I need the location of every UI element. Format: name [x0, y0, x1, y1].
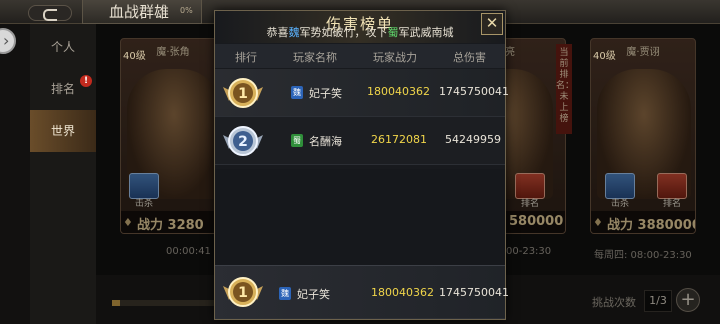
player-name: 妃子笑: [309, 87, 342, 100]
silver-medal-icon: 2: [223, 126, 263, 156]
player-power: 180040362: [367, 85, 430, 98]
damage-ranking-modal: 伤害榜单 ✕ 恭喜魏军势如破竹，攻下蜀军武威南城 排行 玩家名称 玩家战力 总伤…: [214, 10, 509, 320]
camp-badge: 魏: [279, 287, 291, 300]
total-damage: 1745750041: [439, 85, 509, 98]
side-expand-button[interactable]: ›: [0, 28, 16, 54]
player-power: 26172081: [371, 133, 427, 146]
sidebar: 个人 排名 ! 世界: [30, 24, 96, 324]
player-power: 180040362: [371, 286, 434, 299]
notification-badge: !: [80, 75, 92, 87]
chevron-right-icon: ›: [3, 31, 10, 50]
table-header: 排行 玩家名称 玩家战力 总伤害: [215, 44, 505, 68]
sidebar-item-label: 排名: [50, 82, 75, 96]
column-header: 排行: [235, 51, 257, 64]
sidebar-item-ranking[interactable]: 排名 !: [30, 68, 96, 110]
column-header: 玩家名称: [293, 51, 337, 64]
table-row[interactable]: 2 蜀 名酬海 26172081 54249959: [215, 117, 505, 165]
empty-list-area: [215, 169, 505, 265]
victory-announcement: 恭喜魏军势如破竹，攻下蜀军武威南城: [266, 26, 454, 39]
sidebar-item-world[interactable]: 世界: [30, 110, 96, 152]
total-damage: 54249959: [445, 133, 501, 146]
sidebar-item-personal[interactable]: 个人: [30, 26, 96, 68]
column-header: 总伤害: [453, 51, 486, 64]
player-name: 妃子笑: [297, 288, 330, 301]
player-name: 名酬海: [309, 135, 342, 148]
column-header: 玩家战力: [373, 51, 417, 64]
card-level: 40级: [123, 51, 146, 62]
svg-text:1: 1: [238, 86, 248, 102]
total-damage: 1745750041: [439, 286, 509, 299]
camp-badge: 魏: [291, 86, 303, 99]
camp-badge: 蜀: [291, 134, 303, 147]
sidebar-item-label: 世界: [50, 124, 75, 138]
table-row[interactable]: 1 魏 妃子笑 180040362 1745750041: [215, 69, 509, 117]
gold-medal-icon: 1: [223, 277, 263, 307]
gold-medal-icon: 1: [223, 78, 263, 108]
card-level: 40级: [593, 51, 616, 62]
svg-text:2: 2: [238, 134, 248, 150]
back-button[interactable]: [28, 5, 72, 21]
sidebar-item-label: 个人: [50, 40, 75, 54]
svg-text:1: 1: [238, 285, 248, 301]
progress-percent: 0%: [180, 6, 193, 15]
my-rank-row: 1 魏 妃子笑 180040362 1745750041: [215, 265, 509, 319]
